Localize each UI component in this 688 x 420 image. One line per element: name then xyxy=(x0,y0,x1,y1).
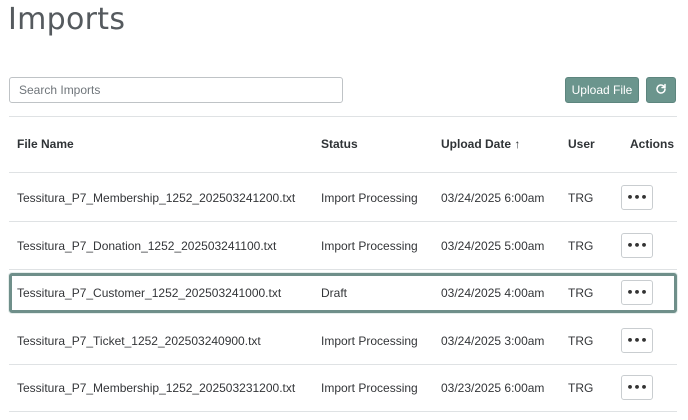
status-cell: Import Processing xyxy=(321,191,418,205)
file-name-cell: Tessitura_P7_Membership_1252_20250324120… xyxy=(17,191,296,205)
status-cell: Draft xyxy=(321,286,348,300)
column-header-upload-date[interactable]: Upload Date ↑ xyxy=(441,117,520,173)
upload-date-cell: 03/24/2025 3:00am xyxy=(441,334,545,348)
upload-date-cell: 03/23/2025 6:00am xyxy=(441,381,545,395)
user-cell: TRG xyxy=(568,191,594,205)
user-cell: TRG xyxy=(568,239,594,253)
page-title: Imports xyxy=(8,2,126,37)
row-actions-button[interactable]: ••• xyxy=(621,328,653,353)
column-header-actions: Actions xyxy=(630,137,675,151)
refresh-icon xyxy=(655,83,667,98)
status-cell: Import Processing xyxy=(321,239,418,253)
column-header-status[interactable]: Status xyxy=(321,117,358,173)
table-row[interactable]: Tessitura_P7_Membership_1252_20250324120… xyxy=(9,174,677,222)
upload-file-button[interactable]: Upload File xyxy=(565,77,639,103)
upload-date-cell: 03/24/2025 5:00am xyxy=(441,239,545,253)
file-name-cell: Tessitura_P7_Donation_1252_202503241100.… xyxy=(17,239,277,253)
status-cell: Import Processing xyxy=(321,381,418,395)
row-actions-button[interactable]: ••• xyxy=(621,280,653,305)
row-actions-button[interactable]: ••• xyxy=(621,185,653,210)
file-name-cell: Tessitura_P7_Customer_1252_202503241000.… xyxy=(17,286,282,300)
table-row-selected[interactable]: Tessitura_P7_Customer_1252_202503241000.… xyxy=(9,273,677,313)
status-cell: Import Processing xyxy=(321,334,418,348)
table-row[interactable]: Tessitura_P7_Membership_1252_20250323120… xyxy=(9,364,677,412)
column-header-user[interactable]: User xyxy=(568,117,595,173)
column-header-file-name[interactable]: File Name xyxy=(17,117,74,173)
upload-date-cell: 03/24/2025 4:00am xyxy=(441,286,545,300)
user-cell: TRG xyxy=(568,334,594,348)
table-row[interactable]: Tessitura_P7_Donation_1252_202503241100.… xyxy=(9,222,677,270)
table-header: File Name Status Upload Date ↑ User Acti… xyxy=(9,117,677,173)
file-name-cell: Tessitura_P7_Membership_1252_20250323120… xyxy=(17,381,296,395)
table-row[interactable]: Tessitura_P7_Ticket_1252_202503240900.tx… xyxy=(9,317,677,365)
upload-date-cell: 03/24/2025 6:00am xyxy=(441,191,545,205)
user-cell: TRG xyxy=(568,381,594,395)
file-name-cell: Tessitura_P7_Ticket_1252_202503240900.tx… xyxy=(17,334,261,348)
row-actions-button[interactable]: ••• xyxy=(621,375,653,400)
search-input[interactable] xyxy=(9,77,343,103)
refresh-button[interactable] xyxy=(646,77,676,103)
user-cell: TRG xyxy=(568,286,594,300)
row-actions-button[interactable]: ••• xyxy=(621,233,653,258)
